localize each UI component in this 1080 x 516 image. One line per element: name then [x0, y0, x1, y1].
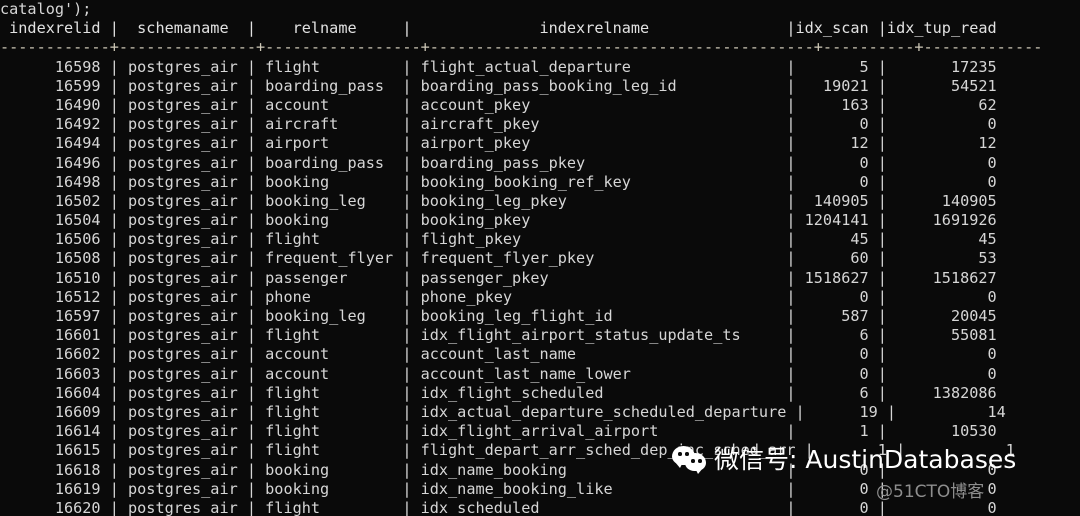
table-header-row: indexrelid | schemaname | relname | inde…: [0, 19, 1006, 38]
table-row: 16601 | postgres_air | flight | idx_flig…: [0, 326, 997, 345]
table-row: 16506 | postgres_air | flight | flight_p…: [0, 230, 997, 249]
table-row: 16618 | postgres_air | booking | idx_nam…: [0, 460, 997, 479]
table-row: 16508 | postgres_air | frequent_flyer | …: [0, 249, 997, 268]
table-row: 16599 | postgres_air | boarding_pass | b…: [0, 76, 997, 95]
table-row: 16620 | postgres_air | flight | idx_sche…: [0, 498, 997, 516]
terminal-window[interactable]: catalog'); indexrelid | schemaname | rel…: [0, 0, 1080, 516]
table-row: 16604 | postgres_air | flight | idx_flig…: [0, 383, 997, 402]
table-row: 16498 | postgres_air | booking | booking…: [0, 172, 997, 191]
table-row: 16502 | postgres_air | booking_leg | boo…: [0, 191, 997, 210]
table-row: 16609 | postgres_air | flight | idx_actu…: [0, 402, 1006, 421]
table-row: 16504 | postgres_air | booking | booking…: [0, 211, 997, 230]
table-row: 16615 | postgres_air | flight | flight_d…: [0, 441, 1015, 460]
table-row: 16490 | postgres_air | account | account…: [0, 95, 997, 114]
table-row: 16512 | postgres_air | phone | phone_pke…: [0, 287, 997, 306]
table-row: 16496 | postgres_air | boarding_pass | b…: [0, 153, 997, 172]
table-row: 16492 | postgres_air | aircraft | aircra…: [0, 115, 997, 134]
table-row: 16598 | postgres_air | flight | flight_a…: [0, 57, 997, 76]
table-row: 16510 | postgres_air | passenger | passe…: [0, 268, 997, 287]
sql-prompt-fragment: catalog');: [0, 0, 92, 18]
table-row: 16597 | postgres_air | booking_leg | boo…: [0, 307, 997, 325]
table-row: 16494 | postgres_air | airport | airport…: [0, 134, 997, 153]
table-separator: ------------+---------------+-----------…: [0, 38, 1043, 57]
table-row: 16619 | postgres_air | booking | idx_nam…: [0, 479, 997, 498]
table-row: 16603 | postgres_air | account | account…: [0, 364, 997, 383]
table-row: 16602 | postgres_air | account | account…: [0, 345, 997, 364]
psql-result-table: indexrelid | schemaname | relname | inde…: [0, 19, 1080, 516]
table-row: 16614 | postgres_air | flight | idx_flig…: [0, 422, 997, 441]
